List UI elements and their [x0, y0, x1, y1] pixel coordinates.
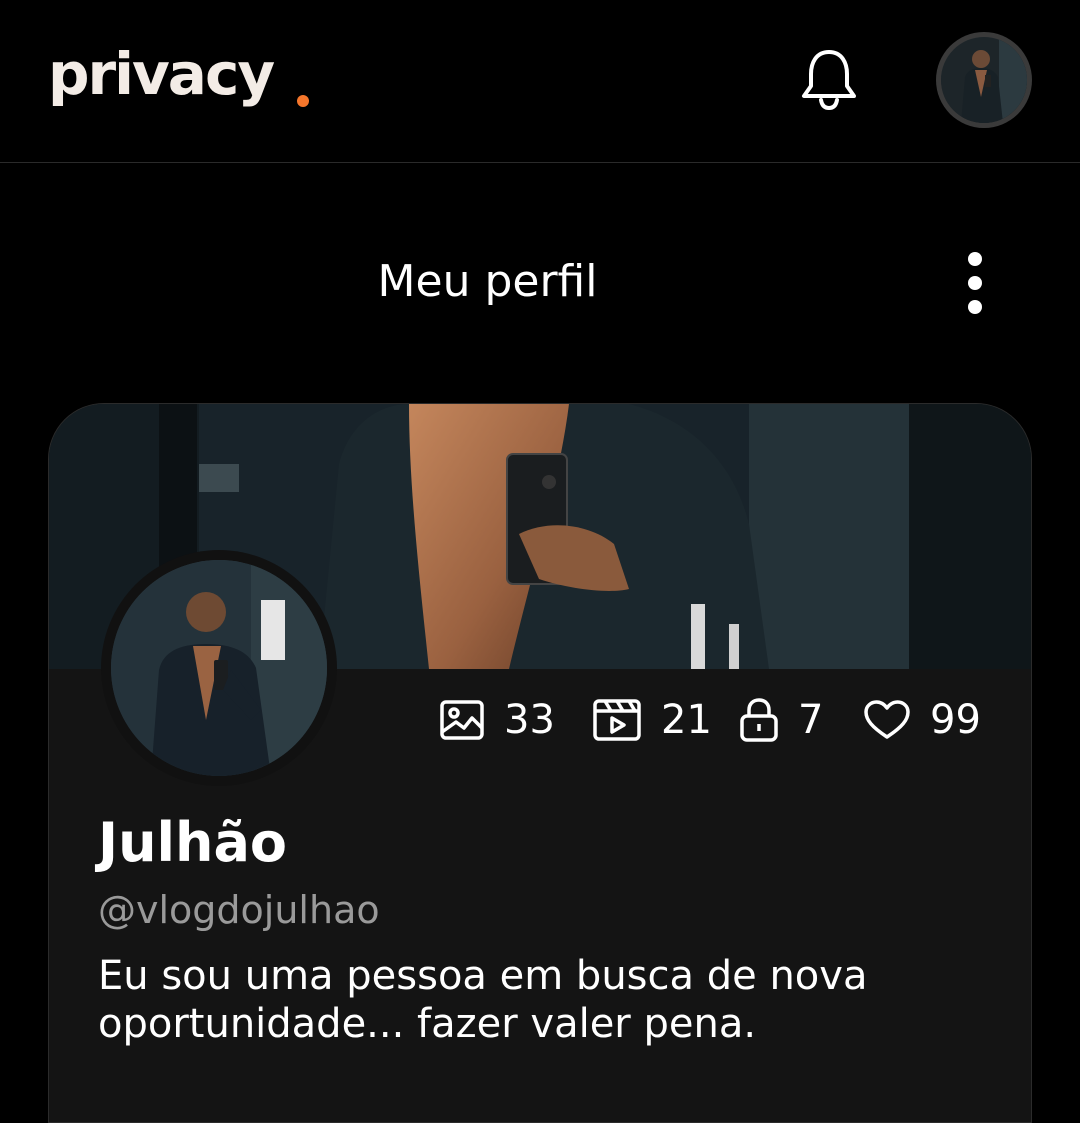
profile-avatar[interactable]: [101, 550, 337, 786]
image-icon: [440, 700, 484, 740]
stat-locked[interactable]: 7: [740, 690, 823, 750]
page-title: Meu perfil: [377, 256, 598, 307]
lock-icon: [740, 698, 778, 742]
logo[interactable]: privacy: [48, 34, 275, 114]
avatar-image: [941, 37, 1027, 123]
photos-count: 33: [504, 697, 555, 743]
stat-photos[interactable]: 33: [440, 690, 555, 750]
locked-count: 7: [798, 697, 824, 743]
more-vertical-icon[interactable]: [955, 248, 995, 320]
profile-stats: 33 21 7 99: [0, 690, 1080, 750]
stat-videos[interactable]: 21: [593, 690, 712, 750]
profile-bio: Eu sou uma pessoa em busca de nova oport…: [98, 953, 868, 1047]
stat-likes[interactable]: 99: [864, 690, 981, 750]
heart-icon: [864, 700, 910, 739]
account-avatar[interactable]: [936, 32, 1032, 128]
profile-name: Julhão: [98, 811, 288, 874]
videos-count: 21: [661, 697, 712, 743]
profile-handle: @vlogdojulhao: [98, 888, 380, 932]
bell-icon[interactable]: [798, 46, 860, 112]
likes-count: 99: [930, 697, 981, 743]
top-bar: privacy: [0, 0, 1080, 163]
logo-accent-dot: [297, 95, 309, 107]
video-icon: [593, 699, 641, 741]
